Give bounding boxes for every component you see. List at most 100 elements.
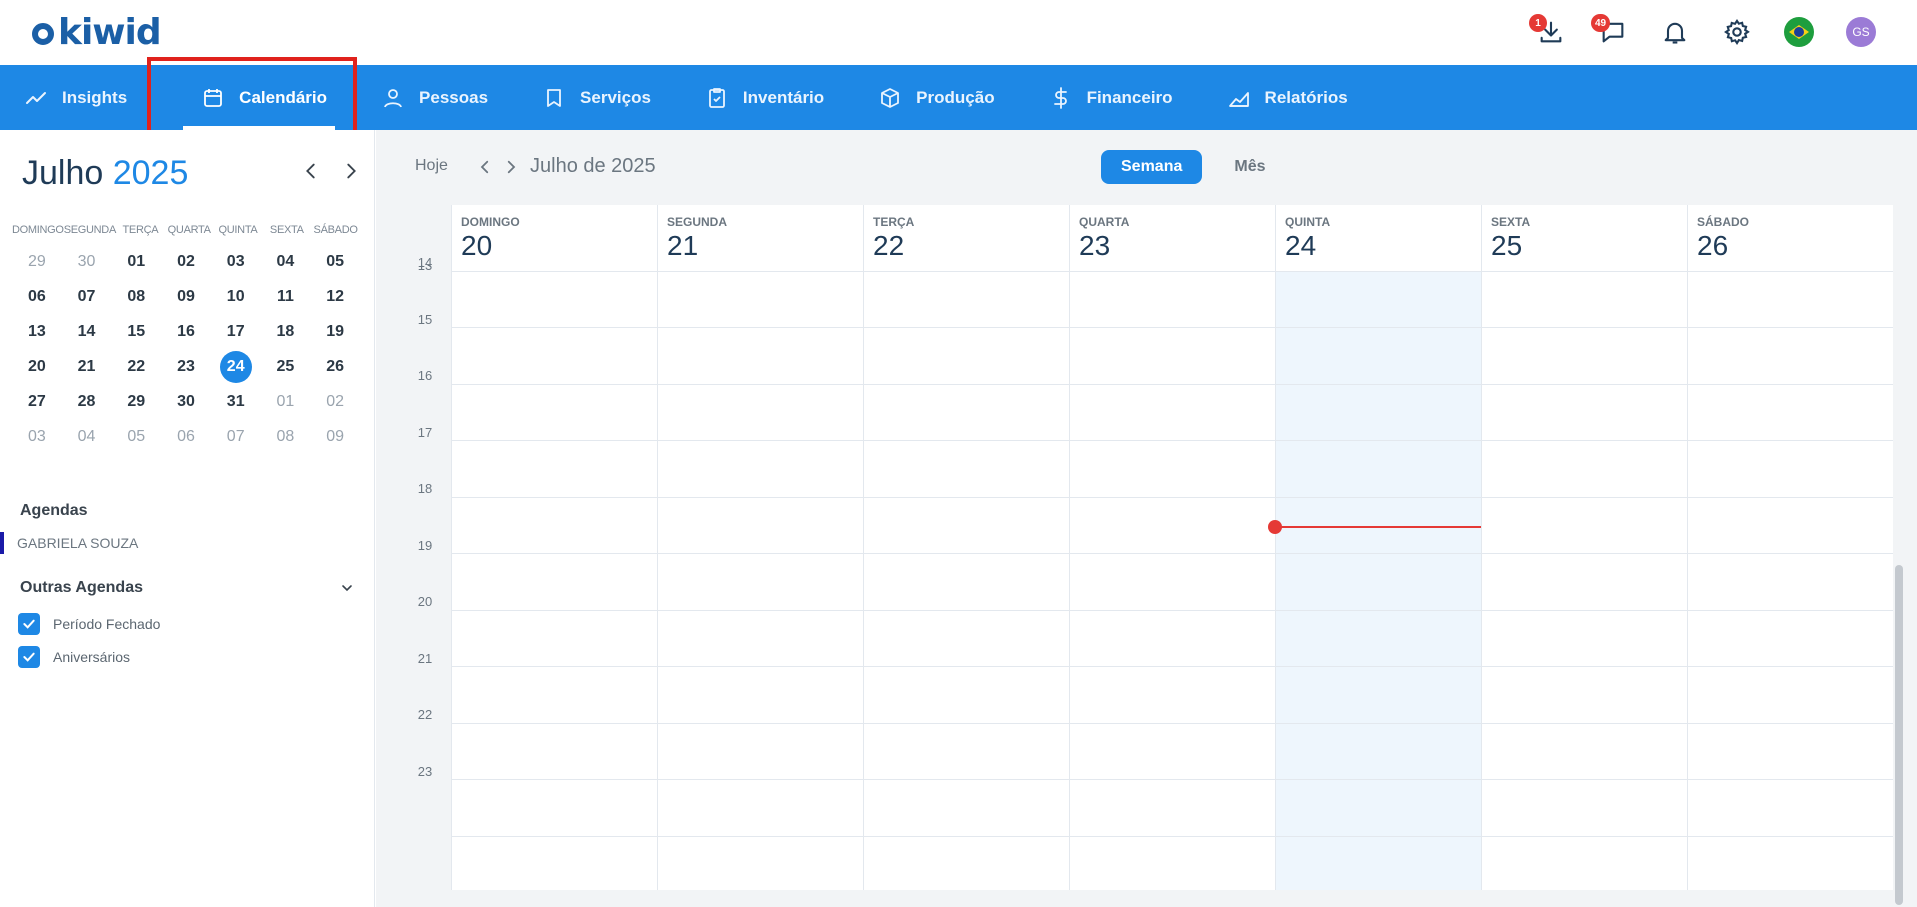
mini-day[interactable]: 02 [161,244,211,279]
mini-day[interactable]: 12 [310,279,360,314]
vertical-scrollbar[interactable] [1895,565,1903,905]
hour-gridline [451,496,1893,498]
mini-day[interactable]: 05 [111,419,161,454]
day-header-today[interactable]: QUINTA 24 [1275,205,1481,271]
mini-day[interactable]: 20 [12,349,62,384]
chevron-left-icon[interactable] [476,158,494,176]
hour-gridline [451,835,1893,837]
day-column[interactable] [657,272,863,890]
mini-day[interactable]: 30 [161,384,211,419]
mini-day[interactable]: 16 [161,314,211,349]
day-date: 21 [667,230,699,261]
mini-day[interactable]: 30 [62,244,112,279]
mini-day[interactable]: 08 [261,419,311,454]
mini-day-today[interactable]: 24 [211,349,261,384]
check-icon [23,619,35,629]
mini-day[interactable]: 03 [211,244,261,279]
agenda-item-user[interactable]: GABRIELA SOUZA [0,532,138,554]
mini-day[interactable]: 06 [12,279,62,314]
day-name: SEGUNDA [667,215,728,229]
checkbox-checked[interactable] [18,646,40,668]
mini-day[interactable]: 19 [310,314,360,349]
mini-day[interactable]: 05 [310,244,360,279]
day-column[interactable] [1687,272,1893,890]
mini-day[interactable]: 04 [261,244,311,279]
mini-day[interactable]: 07 [62,279,112,314]
mini-day[interactable]: 27 [12,384,62,419]
download-button[interactable]: 1 [1529,14,1567,48]
notifications-button[interactable] [1659,16,1691,48]
mini-day[interactable]: 06 [161,419,211,454]
mini-day[interactable]: 15 [111,314,161,349]
mini-day[interactable]: 07 [211,419,261,454]
nav-label: Serviços [580,87,651,107]
mini-day[interactable]: 01 [261,384,311,419]
other-agendas-heading: Outras Agendas [20,579,143,596]
day-header[interactable]: DOMINGO 20 [451,205,657,271]
mini-day[interactable]: 08 [111,279,161,314]
view-month-button[interactable]: Mês [1214,150,1285,184]
mini-day[interactable]: 10 [211,279,261,314]
chevron-right-icon[interactable] [502,158,520,176]
mini-weekday-header: DOMINGO SEGUNDA TERÇA QUARTA QUINTA SEXT… [12,224,360,236]
nav-pessoas[interactable]: Pessoas [381,65,514,130]
day-column-today[interactable] [1275,272,1481,890]
today-button[interactable]: Hoje [415,157,448,175]
mini-day[interactable]: 29 [12,244,62,279]
nav-producao[interactable]: Produção [878,65,1020,130]
checkbox-label: Período Fechado [53,616,161,632]
nav-inventario[interactable]: Inventário [705,65,850,130]
language-button[interactable] [1783,16,1815,48]
nav-relatorios[interactable]: Relatórios [1227,65,1374,130]
day-column[interactable] [863,272,1069,890]
mini-day[interactable]: 21 [62,349,112,384]
mini-day[interactable]: 29 [111,384,161,419]
day-header[interactable]: SEXTA 25 [1481,205,1687,271]
view-toggle: Semana Mês [1101,150,1286,184]
settings-button[interactable] [1721,16,1753,48]
nav-label: Inventário [742,87,825,107]
mini-day[interactable]: 31 [211,384,261,419]
top-icons: 1 49 GS [1529,12,1877,52]
chevron-right-icon[interactable] [340,160,362,182]
mini-day[interactable]: 13 [12,314,62,349]
day-header[interactable]: SEGUNDA 21 [657,205,863,271]
day-header[interactable]: SÁBADO 26 [1687,205,1893,271]
mini-day[interactable]: 22 [111,349,161,384]
mini-day[interactable]: 26 [310,349,360,384]
day-column[interactable] [1481,272,1687,890]
mini-day[interactable]: 28 [62,384,112,419]
messages-button[interactable]: 49 [1591,14,1629,48]
user-menu-button[interactable]: GS [1845,16,1877,48]
mini-day[interactable]: 23 [161,349,211,384]
logo-text: kiwid [58,11,162,53]
nav-financeiro[interactable]: Financeiro [1049,65,1199,130]
mini-day[interactable]: 18 [261,314,311,349]
checkbox-checked[interactable] [18,613,40,635]
day-date: 24 [1285,230,1317,261]
mini-day[interactable]: 14 [62,314,112,349]
chevron-left-icon[interactable] [300,160,322,182]
view-week-button[interactable]: Semana [1101,150,1203,184]
mini-day[interactable]: 03 [12,419,62,454]
nav-calendario[interactable]: Calendário [175,65,353,130]
mini-day[interactable]: 17 [211,314,261,349]
mini-day[interactable]: 02 [310,384,360,419]
nav-insights[interactable]: Insights [24,65,153,130]
nav-servicos[interactable]: Serviços [542,65,677,130]
day-column[interactable] [1069,272,1275,890]
day-header[interactable]: QUARTA 23 [1069,205,1275,271]
other-agendas-toggle[interactable]: Outras Agendas [20,579,355,597]
kiwid-logo[interactable]: kiwid [32,11,162,53]
mini-day[interactable]: 25 [261,349,311,384]
day-column[interactable] [451,272,657,890]
mini-day[interactable]: 09 [161,279,211,314]
mini-day[interactable]: 09 [310,419,360,454]
day-header[interactable]: TERÇA 22 [863,205,1069,271]
agenda-periodo-fechado[interactable]: Período Fechado [18,613,160,635]
mini-day[interactable]: 11 [261,279,311,314]
agenda-aniversarios[interactable]: Aniversários [18,646,130,668]
mini-day[interactable]: 01 [111,244,161,279]
mini-day[interactable]: 04 [62,419,112,454]
mini-week-row: 27 28 29 30 31 01 02 [12,384,360,419]
